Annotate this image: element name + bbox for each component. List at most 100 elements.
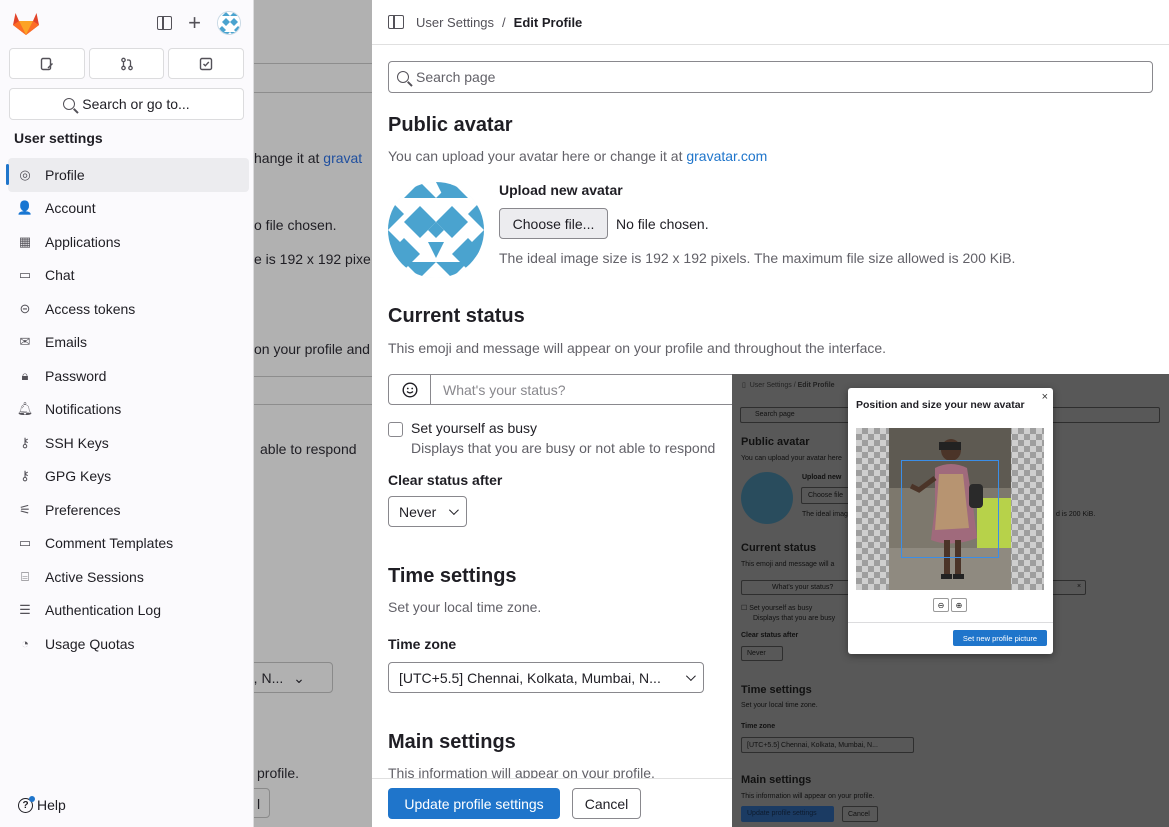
gravatar-link[interactable]: gravatar.com <box>686 148 767 164</box>
sidebar-item-emails[interactable]: ✉ Emails <box>0 326 249 360</box>
log-icon: ☰ <box>19 602 31 618</box>
close-icon[interactable]: × <box>1042 391 1048 403</box>
sidebar-item-profile[interactable]: ◎ Profile <box>6 158 249 192</box>
sidebar-item-account[interactable]: 👤 Account <box>0 192 249 226</box>
mail-icon: ✉ <box>19 334 31 350</box>
breadcrumb-current[interactable]: Edit Profile <box>514 15 583 30</box>
chat-icon: ▭ <box>18 267 32 283</box>
sidebar-header-actions: + <box>157 11 241 35</box>
overlay-screenshot: ▯ User Settings / Edit Profile Search pa… <box>732 374 1169 827</box>
merge-request-icon <box>120 57 133 70</box>
background-text: o file chosen. <box>254 217 337 233</box>
search-page-input[interactable]: Search page <box>388 61 1153 93</box>
help-button[interactable]: ? Help <box>18 795 66 813</box>
overlay-time-desc: Set your local time zone. <box>741 702 818 709</box>
crop-canvas[interactable] <box>856 428 1044 590</box>
merge-requests-button[interactable] <box>88 48 165 79</box>
user-settings-sidebar: + Search or go to... User settings ◎ Pro… <box>0 0 254 827</box>
overlay-hint-end: d is 200 KiB. <box>1056 511 1096 518</box>
overlay-avatar-desc: You can upload your avatar here <box>741 455 842 462</box>
collapse-sidebar-icon[interactable] <box>157 16 173 30</box>
cancel-button[interactable]: Cancel <box>572 788 641 819</box>
sidebar-item-notifications[interactable]: 🔔︎ Notifications <box>0 393 249 427</box>
profile-icon: ◎ <box>19 166 31 182</box>
lock-icon: 🔒︎ <box>21 367 29 383</box>
upload-avatar-label: Upload new avatar <box>499 182 623 198</box>
background-divider <box>254 92 372 93</box>
set-profile-picture-button[interactable]: Set new profile picture <box>953 630 1047 646</box>
sidebar-item-active-sessions[interactable]: ⌸ Active Sessions <box>0 560 249 594</box>
comment-icon: ▭ <box>18 535 32 551</box>
user-avatar[interactable] <box>217 11 241 35</box>
avatar-size-hint: The ideal image size is 192 x 192 pixels… <box>499 250 1016 266</box>
background-text: able to respond <box>260 441 357 457</box>
sidebar-item-ssh-keys[interactable]: ⚷ SSH Keys <box>0 426 249 460</box>
key-icon: ⚷ <box>20 468 30 484</box>
account-icon: 👤 <box>16 200 34 216</box>
crop-selection-box[interactable] <box>901 460 999 558</box>
sidebar-item-comment-templates[interactable]: ▭ Comment Templates <box>0 527 249 561</box>
current-status-description: This emoji and message will appear on yo… <box>388 340 887 356</box>
background-text: hange it at gravat <box>254 150 363 166</box>
sidebar-item-label: Profile <box>45 166 85 183</box>
background-text: e is 192 x 192 pixe <box>254 251 371 267</box>
sidebar-item-applications[interactable]: ▦ Applications <box>0 225 249 259</box>
overlay-main-heading: Main settings <box>741 774 812 786</box>
global-search-label: Search or go to... <box>82 96 190 112</box>
sidebar-item-label: Preferences <box>45 501 121 518</box>
sidebar-item-label: Password <box>45 367 107 384</box>
main-settings-heading: Main settings <box>388 731 516 753</box>
busy-label[interactable]: Set yourself as busy <box>411 420 715 436</box>
global-search-button[interactable]: Search or go to... <box>9 88 244 120</box>
overlay-hint-start: The ideal imag <box>802 511 848 518</box>
sidebar-item-authentication-log[interactable]: ☰ Authentication Log <box>0 594 249 628</box>
time-zone-value: [UTC+5.5] Chennai, Kolkata, Mumbai, N... <box>399 669 661 686</box>
sidebar-item-preferences[interactable]: ⚟ Preferences <box>0 493 249 527</box>
overlay-cancel-button: Cancel <box>842 806 878 822</box>
smiley-icon <box>401 381 418 398</box>
current-status-heading: Current status <box>388 305 525 327</box>
todo-icon <box>199 57 213 70</box>
plus-icon[interactable]: + <box>188 12 201 34</box>
quota-icon: ◔ <box>21 636 29 652</box>
sidebar-nav: ◎ Profile 👤 Account ▦ Applications ▭ Chat ⊝ A… <box>0 158 253 661</box>
current-avatar <box>388 182 484 278</box>
zoom-in-icon[interactable]: ⊕ <box>951 598 967 612</box>
identicon-avatar <box>388 182 484 278</box>
avatar-icon <box>218 12 240 34</box>
emoji-picker-button[interactable] <box>388 374 431 405</box>
sidebar-item-label: Active Sessions <box>45 568 144 585</box>
search-placeholder: Search page <box>416 69 496 85</box>
sidebar-item-chat[interactable]: ▭ Chat <box>0 259 249 293</box>
clear-status-dropdown[interactable]: Never <box>388 496 467 527</box>
busy-checkbox[interactable] <box>388 422 403 437</box>
clear-status-value: Never <box>399 503 437 520</box>
breadcrumb-parent[interactable]: User Settings <box>416 15 494 30</box>
time-zone-dropdown[interactable]: [UTC+5.5] Chennai, Kolkata, Mumbai, N... <box>388 662 704 693</box>
sidebar-item-password[interactable]: 🔒︎ Password <box>0 359 249 393</box>
overlay-clear-select: Never <box>741 646 783 661</box>
update-profile-button[interactable]: Update profile settings <box>388 788 560 819</box>
key-icon: ⚷ <box>20 434 30 450</box>
todos-button[interactable] <box>168 48 245 79</box>
sidebar-item-usage-quotas[interactable]: ◔ Usage Quotas <box>0 627 249 661</box>
sidebar-item-label: Notifications <box>45 401 122 418</box>
sidebar-item-access-tokens[interactable]: ⊝ Access tokens <box>0 292 249 326</box>
chevron-down-icon <box>448 505 459 516</box>
overlay-choose-file: Choose file <box>801 487 851 504</box>
sidebar-item-label: Applications <box>45 233 121 250</box>
choose-file-button[interactable]: Choose file... <box>499 208 608 239</box>
sidebar-toggle-icon[interactable] <box>388 15 404 29</box>
sidebar-item-gpg-keys[interactable]: ⚷ GPG Keys <box>0 460 249 494</box>
sidebar-item-label: SSH Keys <box>45 434 109 451</box>
sessions-icon: ⌸ <box>21 568 29 584</box>
token-icon: ⊝ <box>19 300 31 316</box>
question-icon: ? <box>18 795 35 813</box>
search-icon <box>63 98 76 110</box>
background-divider <box>254 376 372 377</box>
gitlab-logo-icon[interactable] <box>12 10 40 36</box>
issues-button[interactable] <box>9 48 85 79</box>
zoom-out-icon[interactable]: ⊖ <box>933 598 949 612</box>
sidebar-item-label: Authentication Log <box>45 602 161 619</box>
overlay-avatar-heading: Public avatar <box>741 436 810 448</box>
